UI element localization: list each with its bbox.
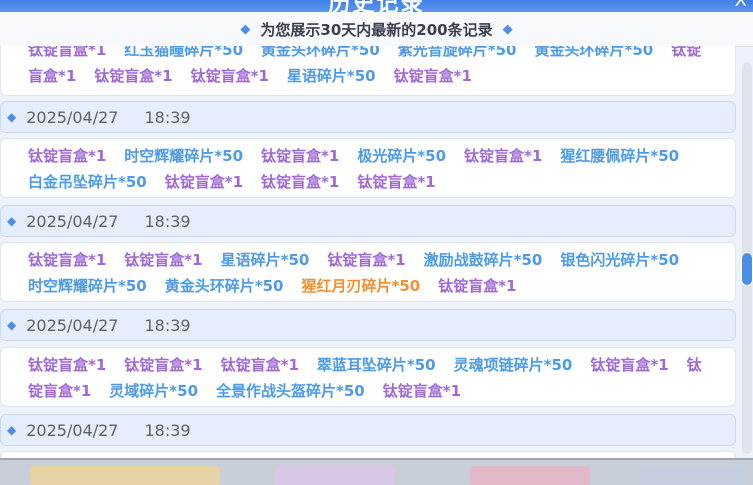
reward-item: 钛锭盲盒*1: [590, 356, 669, 374]
reward-item: 盲盒*1: [28, 67, 77, 85]
reward-item: 猩红月刃碎片*50: [301, 277, 421, 295]
record-body: 钛锭盲盒*1 钛锭盲盒*1 钛锭盲盒*1 翠蓝耳坠碎片*50 灵魂项链碎片*50 钛锭盲盒…: [0, 347, 736, 407]
reward-item: 银色闪光碎片*50: [560, 251, 680, 269]
record-time: 18:39: [144, 420, 191, 440]
reward-item: 星语碎片*50: [220, 251, 310, 269]
reward-item: 锭盲盒*1: [28, 382, 92, 400]
diamond-icon: ◆: [7, 318, 17, 332]
record-body: 钛锭盲盒*1 时空辉耀碎片*50 钛锭盲盒*1 极光碎片*50 钛锭盲盒*1 猩红腰佩碎片…: [0, 138, 736, 198]
reward-line: 钛锭盲盒*1 钛锭盲盒*1 星语碎片*50 钛锭盲盒*1 激励战鼓碎片*50 银色闪光碎片…: [28, 247, 725, 273]
reward-item: 激励战鼓碎片*50: [423, 251, 543, 269]
reward-item: 灵域碎片*50: [109, 382, 199, 400]
record-time: 18:39: [144, 107, 191, 127]
reward-item: 白金吊坠碎片*50: [28, 173, 147, 191]
reward-line: 时空辉耀碎片*50 黄金头环碎片*50 猩红月刃碎片*50 钛锭盲盒*1: [28, 273, 725, 299]
reward-item: 钛锭盲盒*1: [261, 173, 340, 191]
reward-line: 钛锭盲盒*1 红玉猫瞳碎片*50 黄金头环碎片*50 紫光音旋碎片*50 黄金头环碎片*…: [28, 46, 725, 63]
reward-item: 全景作战头盔碎片*50: [216, 382, 365, 400]
background-strip: [0, 458, 753, 485]
diamond-icon: ◆: [7, 110, 17, 124]
record-body: 钛锭盲盒*1 红玉猫瞳碎片*50 黄金头环碎片*50 紫光音旋碎片*50 黄金头环碎片*…: [0, 46, 736, 96]
notice-banner: ◆ 为您展示30天内最新的200条记录 ◆: [0, 12, 753, 47]
reward-item: 钛锭盲盒*1: [164, 173, 244, 191]
record-list[interactable]: 钛锭盲盒*1 红玉猫瞳碎片*50 黄金头环碎片*50 紫光音旋碎片*50 黄金头环碎片*…: [0, 46, 740, 458]
reward-item: 灵魂项链碎片*50: [453, 356, 573, 374]
notice-text: 为您展示30天内最新的200条记录: [260, 20, 493, 39]
record-header: ◆ 2025/04/27 18:39: [0, 309, 736, 341]
reward-item: 极光碎片*50: [357, 147, 447, 165]
reward-line: 钛锭盲盒*1 钛锭盲盒*1 钛锭盲盒*1 翠蓝耳坠碎片*50 灵魂项链碎片*50 钛锭盲盒…: [28, 352, 725, 378]
reward-item: 钛锭盲盒*1: [393, 67, 472, 85]
diamond-icon: ◆: [7, 423, 17, 437]
record-date: 2025/04/27: [26, 420, 119, 440]
diamond-icon: ◆: [7, 214, 17, 228]
reward-item: 钛锭盲盒*1: [28, 356, 107, 374]
reward-line: 锭盲盒*1 灵域碎片*50 全景作战头盔碎片*50 钛锭盲盒*1: [28, 378, 725, 404]
reward-item: 钛锭盲盒*1: [438, 277, 517, 295]
background-tile: [275, 466, 395, 485]
record-header: ◆ 2025/04/27 18:39: [0, 414, 736, 446]
reward-item: 紫光音旋碎片*50: [397, 46, 517, 59]
reward-item: 钛锭盲盒*1: [190, 67, 269, 85]
reward-item: 钛锭盲盒*1: [28, 147, 107, 165]
reward-item: 钛: [686, 356, 702, 374]
reward-item: 星语碎片*50: [286, 67, 376, 85]
background-tile: [640, 466, 745, 485]
record-body: 钛锭盲盒*1 钛锭盲盒*1 星语碎片*50 钛锭盲盒*1 激励战鼓碎片*50 银色闪光碎片…: [0, 242, 736, 302]
reward-item: 黄金头环碎片*50: [164, 277, 284, 295]
reward-item: 翠蓝耳坠碎片*50: [316, 356, 436, 374]
reward-line: 盲盒*1 钛锭盲盒*1 钛锭盲盒*1 星语碎片*50 钛锭盲盒*1: [28, 63, 725, 89]
reward-line: 钛锭盲盒*1 时空辉耀碎片*50 钛锭盲盒*1 极光碎片*50 钛锭盲盒*1 猩红腰佩碎片…: [28, 143, 725, 169]
reward-item: 钛锭盲盒*1: [124, 356, 203, 374]
reward-item: 钛锭盲盒*1: [261, 147, 340, 165]
reward-item: 黄金头环碎片*50: [261, 46, 380, 59]
record-time: 18:39: [144, 211, 191, 231]
record-date: 2025/04/27: [26, 107, 119, 127]
record-header: ◆ 2025/04/27 18:39: [0, 205, 736, 237]
reward-item: 时空辉耀碎片*50: [28, 277, 147, 295]
reward-item: 钛锭盲盒*1: [94, 67, 173, 85]
diamond-icon: ◆: [240, 21, 251, 37]
record-header: ◆ 2025/04/27 18:39: [0, 101, 736, 133]
scroll-thumb[interactable]: [741, 252, 753, 286]
record-date: 2025/04/27: [26, 211, 119, 231]
reward-line: 白金吊坠碎片*50 钛锭盲盒*1 钛锭盲盒*1 钛锭盲盒*1: [28, 169, 725, 195]
reward-item: 钛锭: [671, 46, 702, 59]
diamond-icon: ◆: [502, 21, 513, 37]
reward-item: 钛锭盲盒*1: [124, 251, 203, 269]
window-title: 历史记录: [0, 0, 753, 12]
reward-item: 猩红腰佩碎片*50: [560, 147, 680, 165]
reward-item: 红玉猫瞳碎片*50: [124, 46, 244, 59]
reward-item: 钛锭盲盒*1: [28, 251, 107, 269]
record-date: 2025/04/27: [26, 315, 119, 335]
background-tile: [30, 466, 220, 485]
reward-item: 钛锭盲盒*1: [357, 173, 436, 191]
reward-item: 钛锭盲盒*1: [327, 251, 406, 269]
reward-item: 钛锭盲盒*1: [382, 382, 462, 400]
close-icon[interactable]: X: [735, 0, 747, 11]
reward-item: 钛锭盲盒*1: [220, 356, 299, 374]
reward-item: 时空辉耀碎片*50: [124, 147, 244, 165]
title-bar: 历史记录 X: [0, 0, 753, 12]
reward-item: 钛锭盲盒*1: [28, 46, 107, 59]
scrollbar[interactable]: [741, 62, 753, 454]
background-tile: [470, 466, 590, 485]
record-body: [0, 451, 736, 458]
reward-item: 钛锭盲盒*1: [464, 147, 543, 165]
reward-item: 黄金头环碎片*50: [534, 46, 654, 59]
record-time: 18:39: [144, 315, 191, 335]
